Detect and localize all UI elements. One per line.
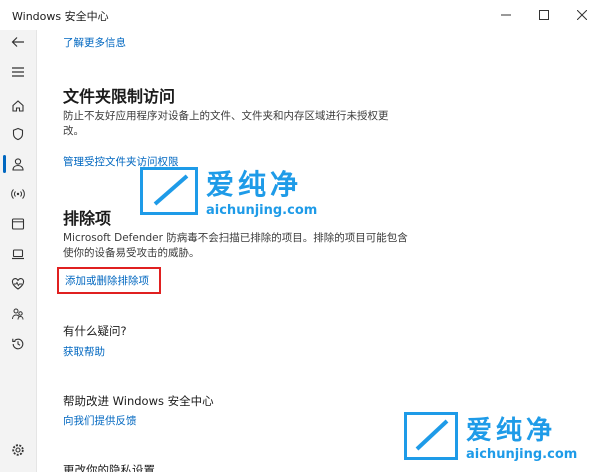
folder-access-heading: 文件夹限制访问 (63, 87, 176, 106)
sidebar-item-family-options[interactable] (8, 304, 28, 324)
hamburger-menu-icon (12, 67, 24, 77)
main-content: 了解更多信息 文件夹限制访问 防止不友好应用程序对设备上的文件、文件夹和内存区域… (36, 30, 600, 472)
watermark-corner-cn-text: 爱纯净 (466, 416, 557, 446)
learn-more-link[interactable]: 了解更多信息 (63, 35, 126, 50)
add-remove-exclusions-link[interactable]: 添加或删除排除项 (65, 273, 149, 288)
improve-heading: 帮助改进 Windows 安全中心 (63, 394, 214, 408)
home-icon (12, 100, 24, 112)
watermark-corner-url-text: aichunjing.com (466, 447, 578, 462)
family-icon (12, 308, 24, 320)
watermark-center: 爱纯净 aichunjing.com (140, 163, 317, 218)
exclusions-heading: 排除项 (63, 209, 112, 228)
minimize-icon (501, 14, 511, 16)
give-feedback-link[interactable]: 向我们提供反馈 (63, 413, 137, 428)
sidebar-item-protection-history[interactable] (8, 334, 28, 354)
back-arrow-icon (11, 37, 24, 47)
sidebar-item-settings[interactable] (8, 440, 28, 460)
sidebar-item-virus-protection[interactable] (8, 124, 28, 144)
app-browser-icon (11, 218, 25, 230)
sidebar-item-firewall-network[interactable] (8, 184, 28, 204)
watermark-corner: 爱纯净 aichunjing.com (404, 410, 577, 462)
title-bar: Windows 安全中心 (0, 0, 600, 30)
network-wifi-icon (11, 189, 25, 199)
sidebar-item-app-browser-control[interactable] (8, 214, 28, 234)
watermark-cn-text: 爱纯净 (206, 168, 303, 201)
questions-heading: 有什么疑问? (63, 324, 127, 338)
account-icon (12, 158, 24, 171)
close-button[interactable] (560, 0, 600, 30)
privacy-heading: 更改你的隐私设置 (63, 463, 155, 472)
device-laptop-icon (12, 249, 24, 260)
back-button[interactable] (8, 32, 28, 52)
shield-icon (12, 127, 24, 141)
navigation-sidebar (0, 30, 36, 472)
sidebar-item-home[interactable] (8, 96, 28, 116)
sidebar-item-device-security[interactable] (8, 244, 28, 264)
watermark-logo-icon (140, 166, 198, 215)
get-help-link[interactable]: 获取帮助 (63, 344, 105, 359)
window-title: Windows 安全中心 (12, 10, 109, 23)
sidebar-item-account-protection[interactable] (8, 154, 28, 174)
exclusions-description: Microsoft Defender 防病毒不会扫描已排除的项目。排除的项目可能… (63, 232, 408, 259)
sidebar-item-device-performance[interactable] (8, 274, 28, 294)
watermark-corner-logo-icon (404, 412, 458, 460)
selected-indicator (3, 155, 6, 173)
close-icon (577, 10, 587, 20)
menu-button[interactable] (8, 62, 28, 82)
maximize-icon (539, 10, 549, 20)
watermark-url-text: aichunjing.com (206, 203, 318, 218)
history-icon (12, 338, 24, 350)
settings-gear-icon (12, 444, 24, 456)
heart-health-icon (11, 278, 25, 290)
folder-access-description: 防止不友好应用程序对设备上的文件、文件夹和内存区域进行未授权更 改。 (63, 110, 389, 137)
